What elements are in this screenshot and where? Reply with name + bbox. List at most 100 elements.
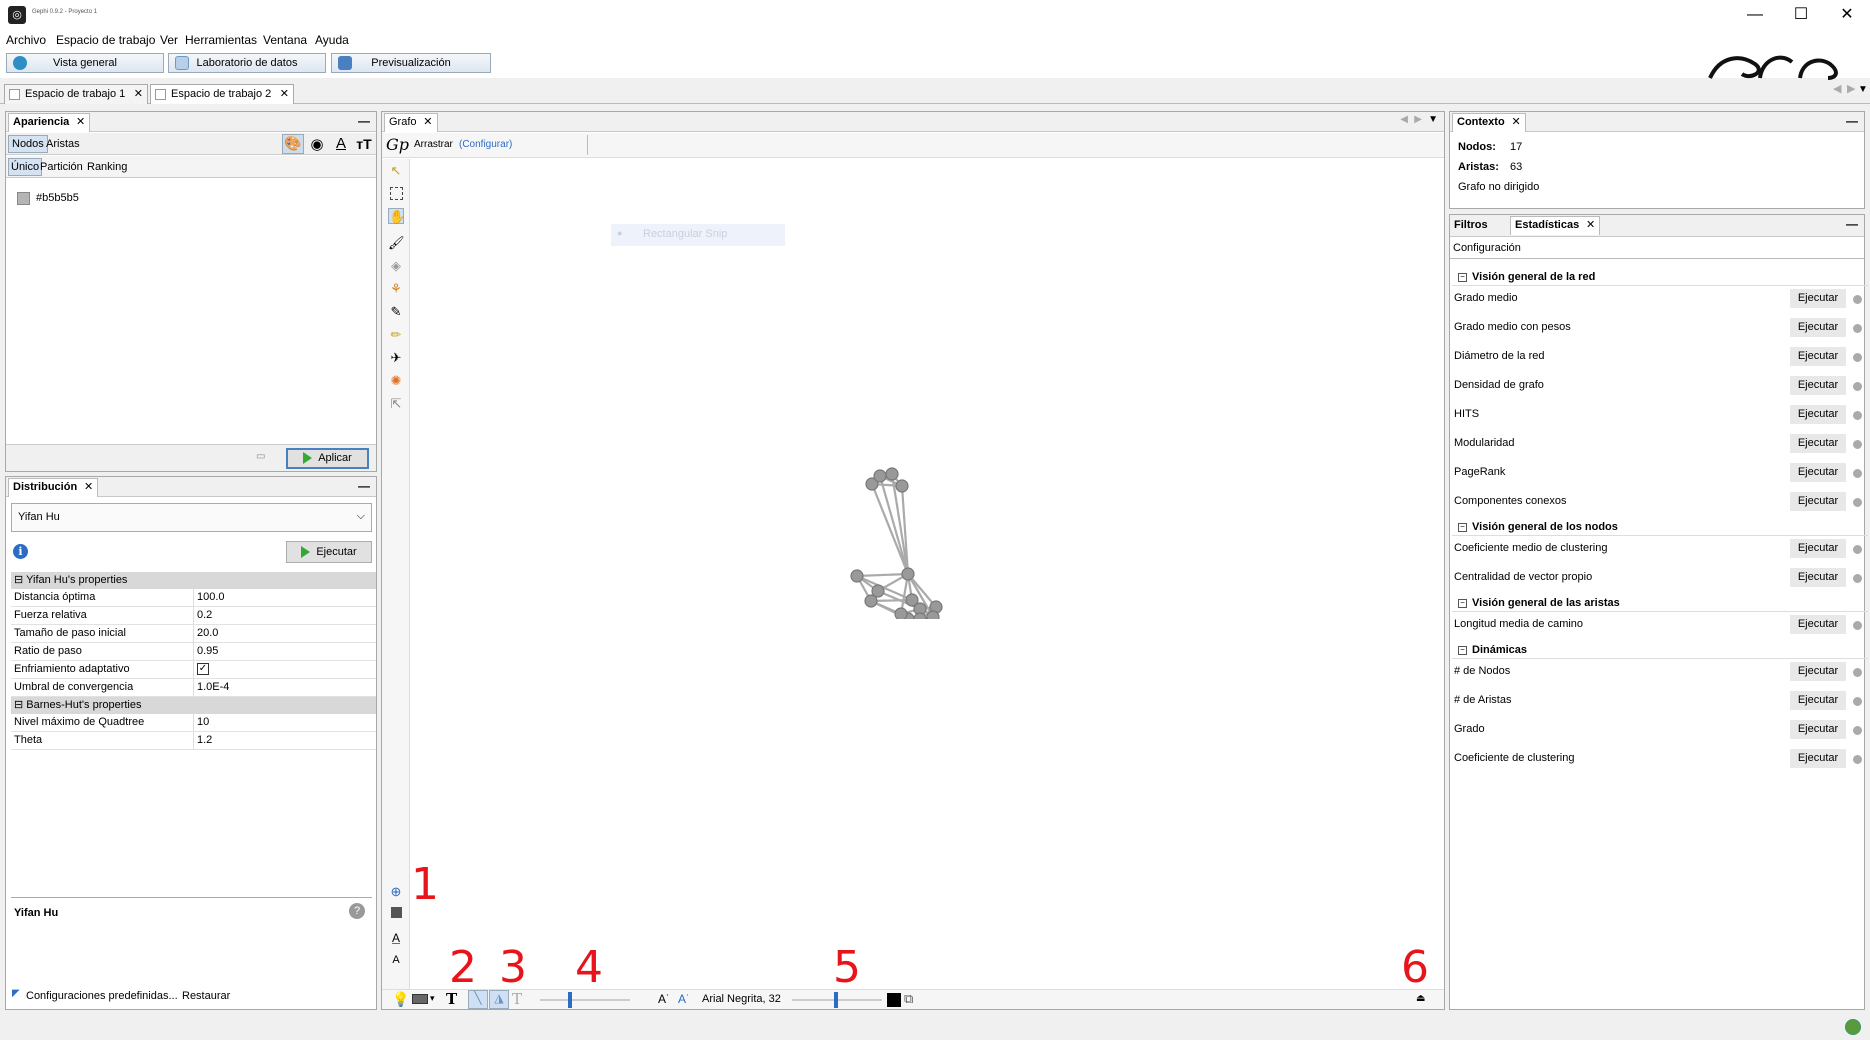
property-value[interactable]: 100.0 (197, 591, 225, 603)
lightbulb-icon[interactable]: 💡 (392, 991, 409, 1008)
collapse-icon[interactable]: ▭ (256, 451, 265, 462)
minimize-panel-button[interactable]: — (358, 479, 370, 493)
close-icon[interactable]: ✕ (1511, 114, 1520, 131)
property-row[interactable]: Enfriamiento adaptativo ✓ (11, 661, 376, 679)
label-size-slider-thumb[interactable] (834, 992, 838, 1008)
font-size-icon[interactable]: A (388, 952, 404, 968)
menu-ventana[interactable]: Ventana (263, 33, 307, 47)
run-stat-button[interactable]: Ejecutar (1790, 289, 1846, 308)
run-stat-button[interactable]: Ejecutar (1790, 492, 1846, 511)
run-stat-button[interactable]: Ejecutar (1790, 615, 1846, 634)
layout-algorithm-select[interactable]: Yifan Hu ⌵ (11, 503, 372, 532)
notification-icon[interactable] (1845, 1019, 1861, 1035)
heat-map-icon[interactable]: ✺ (388, 373, 404, 389)
property-value[interactable]: 0.95 (197, 645, 218, 657)
property-group[interactable]: ⊟ Yifan Hu's properties (11, 572, 376, 589)
screenshot-icon[interactable] (412, 994, 428, 1004)
property-row[interactable]: Tamaño de paso inicial 20.0 (11, 625, 376, 643)
appearance-tab[interactable]: Apariencia ✕ (8, 113, 91, 132)
minimize-button[interactable]: — (1732, 0, 1778, 30)
tab-nodes[interactable]: Nodos (8, 135, 48, 153)
restore-button[interactable]: Restaurar (182, 990, 230, 1002)
property-row[interactable]: Fuerza relativa 0.2 (11, 607, 376, 625)
collapse-icon[interactable]: − (1458, 599, 1467, 608)
edit-node-icon[interactable]: ⇱ (388, 396, 404, 412)
data-lab-mode-button[interactable]: Laboratorio de datos (168, 53, 326, 73)
show-labels-icon[interactable]: T (446, 990, 457, 1008)
scroll-left-icon[interactable]: ◀ (1833, 82, 1841, 95)
tab-statistics[interactable]: Estadísticas ✕ (1510, 216, 1601, 235)
collapse-icon[interactable]: − (1458, 273, 1467, 282)
edge-color-icon[interactable]: ◮ (489, 990, 509, 1009)
paint-bucket-icon[interactable]: ◈ (388, 258, 404, 274)
run-stat-button[interactable]: Ejecutar (1790, 434, 1846, 453)
size-icon[interactable]: ◉ (307, 135, 327, 153)
run-stat-button[interactable]: Ejecutar (1790, 720, 1846, 739)
close-icon[interactable]: ✕ (1586, 217, 1595, 234)
chevron-down-icon[interactable]: ▾ (430, 993, 435, 1004)
expand-toolbar-icon[interactable]: ⏏ (1416, 993, 1425, 1004)
edge-scale-slider-thumb[interactable] (568, 992, 572, 1008)
scroll-left-icon[interactable]: ◀ (1400, 114, 1408, 125)
edge-labels-icon[interactable]: T (512, 990, 522, 1008)
label-color-icon[interactable] (887, 993, 901, 1007)
tab-ranking[interactable]: Ranking (87, 161, 127, 173)
dropdown-icon[interactable]: ▼ (1428, 114, 1438, 125)
property-group[interactable]: ⊟ Barnes-Hut's properties (11, 697, 376, 714)
edge-scale-slider[interactable] (540, 999, 630, 1001)
context-tab[interactable]: Contexto ✕ (1452, 113, 1526, 132)
color-swatch[interactable] (17, 192, 30, 205)
tab-partition[interactable]: Partición (40, 161, 83, 173)
property-value[interactable]: 20.0 (197, 627, 218, 639)
stat-group-dynamics[interactable]: − Dinámicas (1452, 641, 1868, 659)
info-icon[interactable]: i (13, 544, 28, 559)
property-row[interactable]: Theta 1.2 (11, 732, 376, 750)
property-value[interactable]: 0.2 (197, 609, 212, 621)
rectangle-select-icon[interactable] (390, 187, 403, 200)
label-size-icon[interactable]: тT (354, 136, 374, 152)
tab-filters[interactable]: Filtros (1454, 219, 1488, 231)
stat-group-network[interactable]: − Visión general de la red (1452, 268, 1868, 286)
font-color-blue-icon[interactable]: A˙ (678, 992, 690, 1006)
run-stat-button[interactable]: Ejecutar (1790, 662, 1846, 681)
brush-icon[interactable]: 🖌 (388, 235, 405, 251)
configure-link[interactable]: (Configurar) (459, 139, 512, 150)
edges-icon[interactable]: ╲ (468, 990, 488, 1009)
run-stat-button[interactable]: Ejecutar (1790, 691, 1846, 710)
tab-edges[interactable]: Aristas (46, 138, 80, 150)
run-stat-button[interactable]: Ejecutar (1790, 376, 1846, 395)
label-mode-icon[interactable]: ⧉ (904, 991, 913, 1007)
presets-button[interactable]: Configuraciones predefinidas... (26, 990, 178, 1002)
run-layout-button[interactable]: Ejecutar (286, 541, 372, 563)
layout-tab[interactable]: Distribución ✕ (8, 478, 99, 497)
minimize-panel-button[interactable]: — (358, 114, 370, 128)
font-name-button[interactable]: Arial Negrita, 32 (702, 993, 781, 1005)
network-graph[interactable] (831, 459, 971, 619)
menu-archivo[interactable]: Archivo (6, 33, 46, 47)
apply-button[interactable]: Aplicar (286, 448, 369, 469)
property-value[interactable]: 1.0E-4 (197, 681, 229, 693)
run-stat-button[interactable]: Ejecutar (1790, 568, 1846, 587)
help-icon[interactable]: ? (349, 903, 365, 919)
dropdown-icon[interactable]: ▼ (1858, 84, 1868, 95)
run-stat-button[interactable]: Ejecutar (1790, 463, 1846, 482)
property-row[interactable]: Ratio de paso 0.95 (11, 643, 376, 661)
close-icon[interactable]: ✕ (134, 85, 143, 103)
pencil-icon[interactable]: ✎ (388, 304, 404, 320)
shortest-path-icon[interactable]: ✈ (388, 350, 404, 366)
color-palette-icon[interactable]: 🎨 (282, 134, 304, 154)
menu-herramientas[interactable]: Herramientas (185, 33, 257, 47)
property-value[interactable]: 1.2 (197, 734, 212, 746)
menu-espacio-de-trabajo[interactable]: Espacio de trabajo (56, 33, 155, 47)
graph-canvas[interactable]: ● Rectangular Snip 1 2 3 4 5 6 (411, 159, 1444, 993)
tab-unique[interactable]: Único (8, 158, 43, 176)
property-row[interactable]: Nivel máximo de Quadtree 10 (11, 714, 376, 732)
run-stat-button[interactable]: Ejecutar (1790, 749, 1846, 768)
property-row[interactable]: Distancia óptima 100.0 (11, 589, 376, 607)
collapse-icon[interactable]: − (1458, 523, 1467, 532)
stat-group-edges[interactable]: − Visión general de las aristas (1452, 594, 1868, 612)
overview-mode-button[interactable]: Vista general (6, 53, 164, 73)
close-icon[interactable]: ✕ (84, 479, 93, 496)
stat-group-nodes[interactable]: − Visión general de los nodos (1452, 518, 1868, 536)
property-row[interactable]: Umbral de convergencia 1.0E-4 (11, 679, 376, 697)
